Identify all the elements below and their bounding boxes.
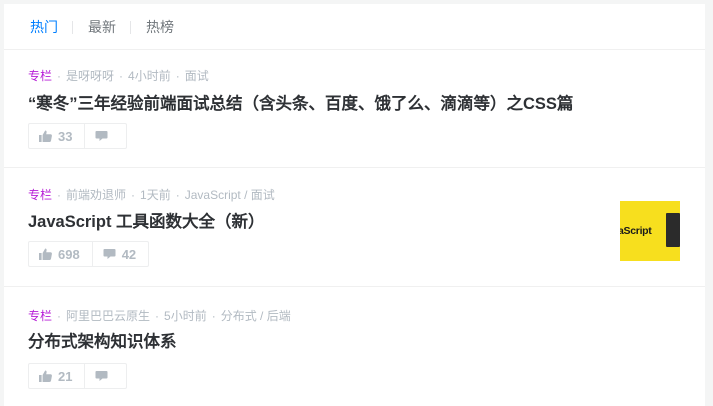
comment-count: 42 bbox=[121, 246, 137, 262]
like-count: 21 bbox=[58, 368, 73, 384]
entry-thumbnail[interactable]: aScript bbox=[620, 201, 680, 261]
thumbs-up-icon bbox=[39, 248, 52, 260]
entry-meta: 专栏 · 阿里巴巴云原生 · 5小时前 · 分布式 / 后端 bbox=[28, 309, 291, 323]
entry-category[interactable]: 面试 bbox=[185, 69, 209, 83]
entry-time: 4小时前 bbox=[128, 69, 171, 83]
tab-trending[interactable]: 热榜 bbox=[146, 19, 174, 35]
list-item[interactable]: 专栏 · 前端劝退师 · 1天前 · JavaScript / 面试 JavaScript … bbox=[4, 168, 705, 287]
thumbnail-text: aScript bbox=[620, 225, 652, 237]
entry-author[interactable]: 阿里巴巴云原生 bbox=[66, 309, 150, 323]
entry-category[interactable]: 分布式 / 后端 bbox=[221, 309, 291, 323]
like-button[interactable]: 21 bbox=[29, 364, 84, 388]
comment-icon bbox=[95, 131, 108, 141]
article-feed: 热门 最新 热榜 专栏 · 是呀呀呀 · 4小时前 · 面试 “寒冬”三年经验前端面试总结（… bbox=[4, 4, 705, 406]
entry-actions: 698 42 bbox=[28, 241, 150, 267]
like-button[interactable]: 698 bbox=[29, 242, 92, 266]
thumbs-up-icon bbox=[39, 130, 52, 142]
entry-tag[interactable]: 专栏 bbox=[28, 69, 52, 83]
entry-title[interactable]: JavaScript 工具函数大全（新） bbox=[28, 212, 265, 232]
comment-button[interactable] bbox=[84, 364, 126, 388]
tab-divider bbox=[130, 21, 131, 34]
entry-actions: 21 bbox=[28, 363, 128, 389]
thumbs-up-icon bbox=[39, 370, 52, 382]
entry-author[interactable]: 是呀呀呀 bbox=[66, 69, 114, 83]
list-item[interactable]: 专栏 · 阿里巴巴云原生 · 5小时前 · 分布式 / 后端 分布式架构知识体系 21 bbox=[4, 287, 705, 406]
like-count: 698 bbox=[58, 246, 80, 262]
entry-actions: 33 bbox=[28, 123, 128, 149]
entry-tag[interactable]: 专栏 bbox=[28, 188, 52, 202]
entry-author[interactable]: 前端劝退师 bbox=[66, 188, 126, 202]
entry-time: 5小时前 bbox=[164, 309, 207, 323]
tab-divider bbox=[72, 21, 73, 34]
comment-icon bbox=[95, 371, 108, 381]
comment-button[interactable]: 42 bbox=[91, 242, 148, 266]
tab-latest[interactable]: 最新 bbox=[88, 19, 116, 35]
entry-time: 1天前 bbox=[140, 188, 171, 202]
entry-meta: 专栏 · 是呀呀呀 · 4小时前 · 面试 bbox=[28, 69, 209, 83]
like-button[interactable]: 33 bbox=[29, 124, 84, 148]
entry-category[interactable]: JavaScript / 面试 bbox=[185, 188, 275, 202]
entry-meta: 专栏 · 前端劝退师 · 1天前 · JavaScript / 面试 bbox=[28, 188, 275, 202]
entry-title[interactable]: “寒冬”三年经验前端面试总结（含头条、百度、饿了么、滴滴等）之CSS篇 bbox=[28, 94, 573, 114]
entry-title[interactable]: 分布式架构知识体系 bbox=[28, 332, 177, 352]
like-count: 33 bbox=[58, 128, 73, 144]
entry-tag[interactable]: 专栏 bbox=[28, 309, 52, 323]
feed-tabs: 热门 最新 热榜 bbox=[4, 4, 705, 50]
comment-button[interactable] bbox=[84, 124, 126, 148]
comment-icon bbox=[103, 249, 116, 259]
thumbnail-device bbox=[666, 213, 680, 247]
tab-hot[interactable]: 热门 bbox=[30, 19, 58, 35]
list-item[interactable]: 专栏 · 是呀呀呀 · 4小时前 · 面试 “寒冬”三年经验前端面试总结（含头条、百度、饿了… bbox=[4, 50, 705, 168]
